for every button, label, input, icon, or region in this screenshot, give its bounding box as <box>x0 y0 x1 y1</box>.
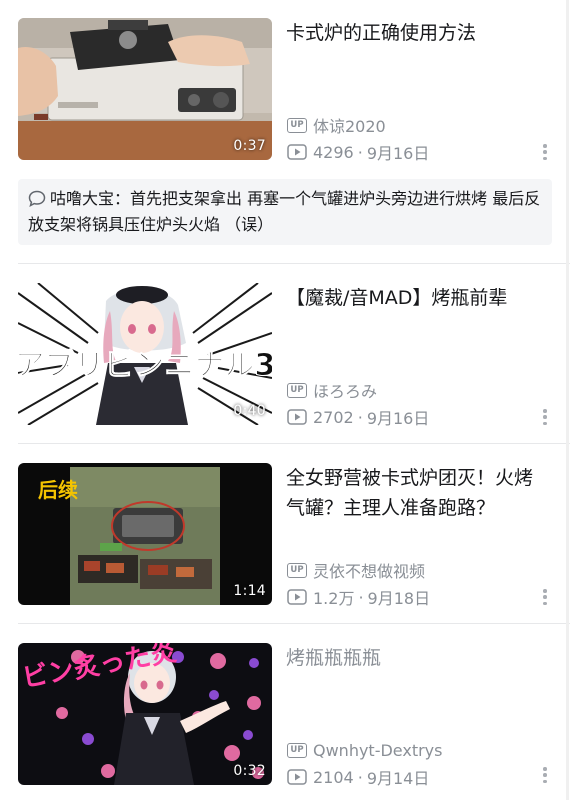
video-card[interactable]: 后续 1:14 全女野营被卡式炉团灭！火烤气罐？主理人准备跑路？ UP 灵依不想… <box>0 463 570 608</box>
play-count-icon <box>287 409 307 425</box>
divider <box>18 623 570 624</box>
video-feed: 0:37 卡式炉的正确使用方法 UP 体谅2020 4296 · 9月16日 咕… <box>0 0 570 800</box>
more-options-icon[interactable] <box>540 142 550 162</box>
up-badge-icon: UP <box>287 742 307 758</box>
uploader-name[interactable]: ほろろみ <box>313 378 377 402</box>
uploader-name[interactable]: Qwnhyt-Dextrys <box>313 741 442 760</box>
play-count-icon <box>287 144 307 160</box>
view-count: 2104 <box>313 767 354 787</box>
up-badge-icon: UP <box>287 117 307 133</box>
scrollbar[interactable] <box>566 0 569 800</box>
video-duration: 0:40 <box>233 403 266 419</box>
video-card[interactable]: アブリビンニナル3 0:40 【魔裁/音MAD】烤瓶前辈 UP ほろろみ 270… <box>0 283 570 428</box>
video-thumbnail[interactable]: 后续 1:14 <box>18 463 272 605</box>
up-badge-icon: UP <box>287 562 307 578</box>
up-badge-icon: UP <box>287 382 307 398</box>
video-duration: 0:32 <box>233 763 266 779</box>
upload-date: 9月14日 <box>366 769 430 788</box>
more-options-icon[interactable] <box>540 407 550 427</box>
more-options-icon[interactable] <box>540 587 550 607</box>
separator-dot: · <box>358 587 364 607</box>
separator-dot: · <box>357 142 363 162</box>
upload-date: 9月18日 <box>367 589 431 608</box>
separator-dot: · <box>357 407 363 427</box>
video-thumbnail[interactable]: アブリビンニナル3 0:40 <box>18 283 272 425</box>
video-thumbnail[interactable]: 0:37 <box>18 18 272 160</box>
video-thumbnail[interactable]: ビン炙った炎 0:32 <box>18 643 272 785</box>
video-duration: 1:14 <box>233 583 266 599</box>
video-title[interactable]: 烤瓶瓶瓶瓶 <box>286 643 544 673</box>
uploader-line[interactable]: UP Qwnhyt-Dextrys <box>287 739 442 761</box>
uploader-name[interactable]: 体谅2020 <box>313 113 386 137</box>
more-options-icon[interactable] <box>540 765 550 785</box>
upload-date: 9月16日 <box>366 144 430 163</box>
video-title[interactable]: 全女野营被卡式炉团灭！火烤气罐？主理人准备跑路？ <box>286 463 544 523</box>
view-count: 2702 <box>313 407 354 427</box>
divider <box>18 263 570 264</box>
upload-date: 9月16日 <box>366 409 430 428</box>
video-card[interactable]: 0:37 卡式炉的正确使用方法 UP 体谅2020 4296 · 9月16日 咕… <box>0 18 570 248</box>
play-count-icon <box>287 589 307 605</box>
view-count: 1.2万 <box>313 589 355 608</box>
stats-line: 1.2万 · 9月18日 <box>287 586 430 608</box>
comment-bubble-icon <box>28 190 46 207</box>
uploader-line[interactable]: UP 体谅2020 <box>287 114 386 136</box>
video-title[interactable]: 卡式炉的正确使用方法 <box>286 18 544 48</box>
comment-preview[interactable]: 咕噜大宝：首先把支架拿出 再塞一个气罐进炉头旁边进行烘烤 最后反放支架将锅具压住… <box>18 179 552 245</box>
uploader-line[interactable]: UP 灵依不想做视频 <box>287 559 425 581</box>
view-count: 4296 <box>313 142 354 162</box>
uploader-line[interactable]: UP ほろろみ <box>287 379 377 401</box>
thumbnail-caption: 后续 <box>38 478 78 502</box>
stats-line: 4296 · 9月16日 <box>287 141 429 163</box>
uploader-name[interactable]: 灵依不想做视频 <box>313 558 425 582</box>
separator-dot: · <box>357 767 363 787</box>
stats-line: 2104 · 9月14日 <box>287 766 429 788</box>
stats-line: 2702 · 9月16日 <box>287 406 429 428</box>
divider <box>18 443 570 444</box>
play-count-icon <box>287 769 307 785</box>
video-title[interactable]: 【魔裁/音MAD】烤瓶前辈 <box>286 283 544 313</box>
video-duration: 0:37 <box>233 138 266 154</box>
video-card[interactable]: ビン炙った炎 0:32 烤瓶瓶瓶瓶 UP Qwnhyt-Dextrys 2104… <box>0 643 570 788</box>
comment-author[interactable]: 咕噜大宝： <box>50 189 130 208</box>
thumbnail-caption: アブリビンニナル3 <box>18 348 272 383</box>
